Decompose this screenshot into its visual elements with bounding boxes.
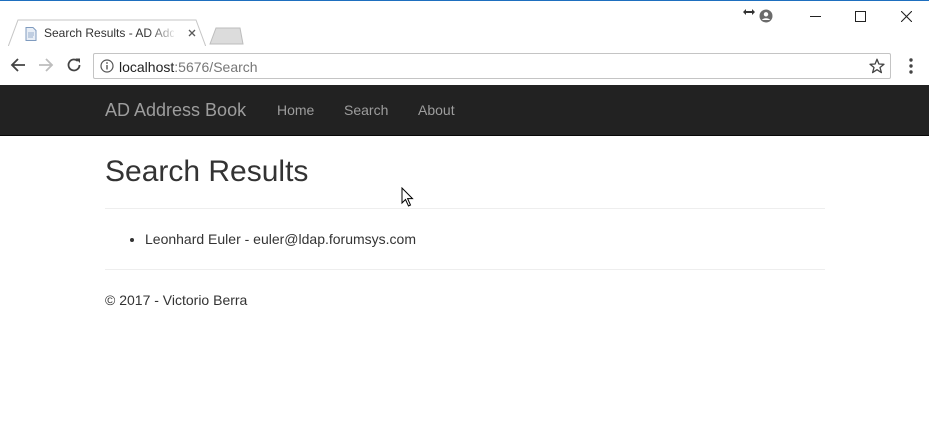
tab-close-icon[interactable] <box>186 27 198 39</box>
profile-icon <box>759 9 773 23</box>
star-icon[interactable] <box>869 58 885 74</box>
minimize-icon <box>809 15 821 17</box>
brand-link[interactable]: AD Address Book <box>105 100 246 121</box>
back-button[interactable] <box>8 55 28 75</box>
site-navbar: AD Address Book Home Search About <box>0 85 929 136</box>
footer-divider <box>105 269 825 270</box>
minimize-button[interactable] <box>804 5 826 27</box>
kebab-menu-icon[interactable] <box>902 56 920 76</box>
footer-text: © 2017 - Victorio Berra <box>105 292 248 308</box>
address-bar[interactable]: localhost:5676/Search <box>93 53 891 79</box>
nav-about-link[interactable]: About <box>418 102 455 118</box>
new-tab-icon[interactable] <box>208 27 244 45</box>
forward-arrow-icon <box>39 58 54 72</box>
tab-title-fade <box>148 23 178 43</box>
profile-area[interactable] <box>738 5 778 27</box>
browser-toolbar: localhost:5676/Search <box>0 46 929 85</box>
resize-arrows-icon <box>743 9 755 15</box>
results-list: Leonhard Euler - euler@ldap.forumsys.com <box>105 231 416 247</box>
page-title: Search Results <box>105 155 309 188</box>
browser-tab[interactable]: Search Results - AD Address Book <box>8 19 206 47</box>
info-icon[interactable] <box>100 59 114 73</box>
close-window-button[interactable] <box>895 5 917 27</box>
url-text: localhost:5676/Search <box>119 59 258 75</box>
forward-button[interactable] <box>36 55 56 75</box>
mouse-pointer-icon <box>401 187 414 207</box>
reload-button[interactable] <box>64 55 84 75</box>
divider <box>105 208 825 209</box>
close-window-icon <box>900 10 912 22</box>
maximize-icon <box>854 10 866 22</box>
browser-title-bar: Search Results - AD Address Book <box>0 0 929 47</box>
nav-search-link[interactable]: Search <box>344 102 388 118</box>
back-arrow-icon <box>10 58 25 72</box>
page-favicon-icon <box>25 27 37 41</box>
url-path: :5676/Search <box>174 59 258 75</box>
reload-icon <box>67 58 81 72</box>
url-host: localhost <box>119 59 175 75</box>
nav-home-link[interactable]: Home <box>277 102 314 118</box>
maximize-button[interactable] <box>849 5 871 27</box>
result-item: Leonhard Euler - euler@ldap.forumsys.com <box>145 231 416 247</box>
